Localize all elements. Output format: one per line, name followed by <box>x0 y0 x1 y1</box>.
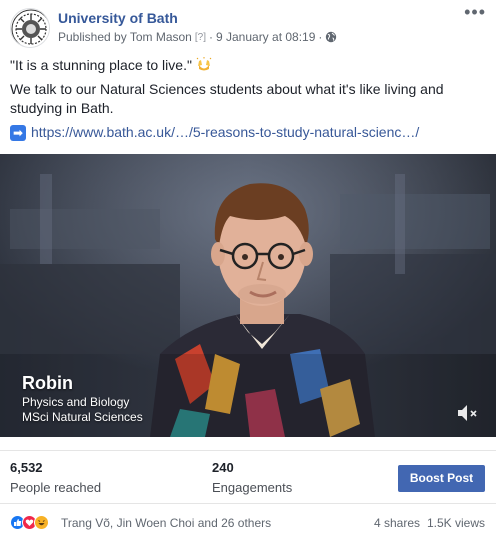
link-line: ➡ https://www.bath.ac.uk/…/5-reasons-to-… <box>10 123 486 142</box>
page-name-link[interactable]: University of Bath <box>58 10 178 26</box>
views-count[interactable]: 1.5K views <box>427 516 485 530</box>
video-caption-line1: Physics and Biology <box>22 395 130 409</box>
engagements-value: 240 <box>212 460 234 475</box>
quote-line: "It is a stunning place to live." <box>10 56 486 75</box>
globe-icon[interactable] <box>325 31 337 43</box>
haha-icon <box>34 515 49 530</box>
facebook-post: University of Bath Published by Tom Maso… <box>0 0 496 545</box>
post-text: "It is a stunning place to live." We tal… <box>10 56 486 142</box>
engagements-label: Engagements <box>212 480 293 495</box>
reactions-summary[interactable] <box>10 515 49 530</box>
video-caption-name: Robin <box>22 373 73 393</box>
video-caption-line2: MSci Natural Sciences <box>22 410 143 424</box>
arrow-right-icon: ➡ <box>10 124 26 141</box>
people-reached-value: 6,532 <box>10 460 43 475</box>
post-meta: Published by Tom Mason [?] · 9 January a… <box>58 30 337 44</box>
boost-post-button[interactable]: Boost Post <box>398 465 485 492</box>
meta-separator: · <box>208 30 213 44</box>
article-link[interactable]: https://www.bath.ac.uk/…/5-reasons-to-st… <box>31 123 419 142</box>
university-crest-avatar[interactable] <box>10 8 50 48</box>
post-header: University of Bath Published by Tom Maso… <box>0 0 496 52</box>
more-options-icon[interactable]: ••• <box>464 3 486 21</box>
speaker-muted-icon[interactable] <box>456 402 480 424</box>
shares-count[interactable]: 4 shares <box>374 516 420 530</box>
raised-hands-emoji <box>196 57 212 71</box>
people-reached-label: People reached <box>10 480 102 495</box>
meta-separator-2: · <box>318 30 323 44</box>
published-by[interactable]: Published by Tom Mason <box>58 30 192 44</box>
body-text: We talk to our Natural Sciences students… <box>10 81 444 116</box>
reaction-names[interactable]: Trang Võ, Jin Woen Choi and 26 others <box>61 516 271 530</box>
help-marker[interactable]: [?] <box>195 32 206 43</box>
quote-text: "It is a stunning place to live." <box>10 57 192 73</box>
post-timestamp[interactable]: 9 January at 08:19 <box>216 30 315 44</box>
